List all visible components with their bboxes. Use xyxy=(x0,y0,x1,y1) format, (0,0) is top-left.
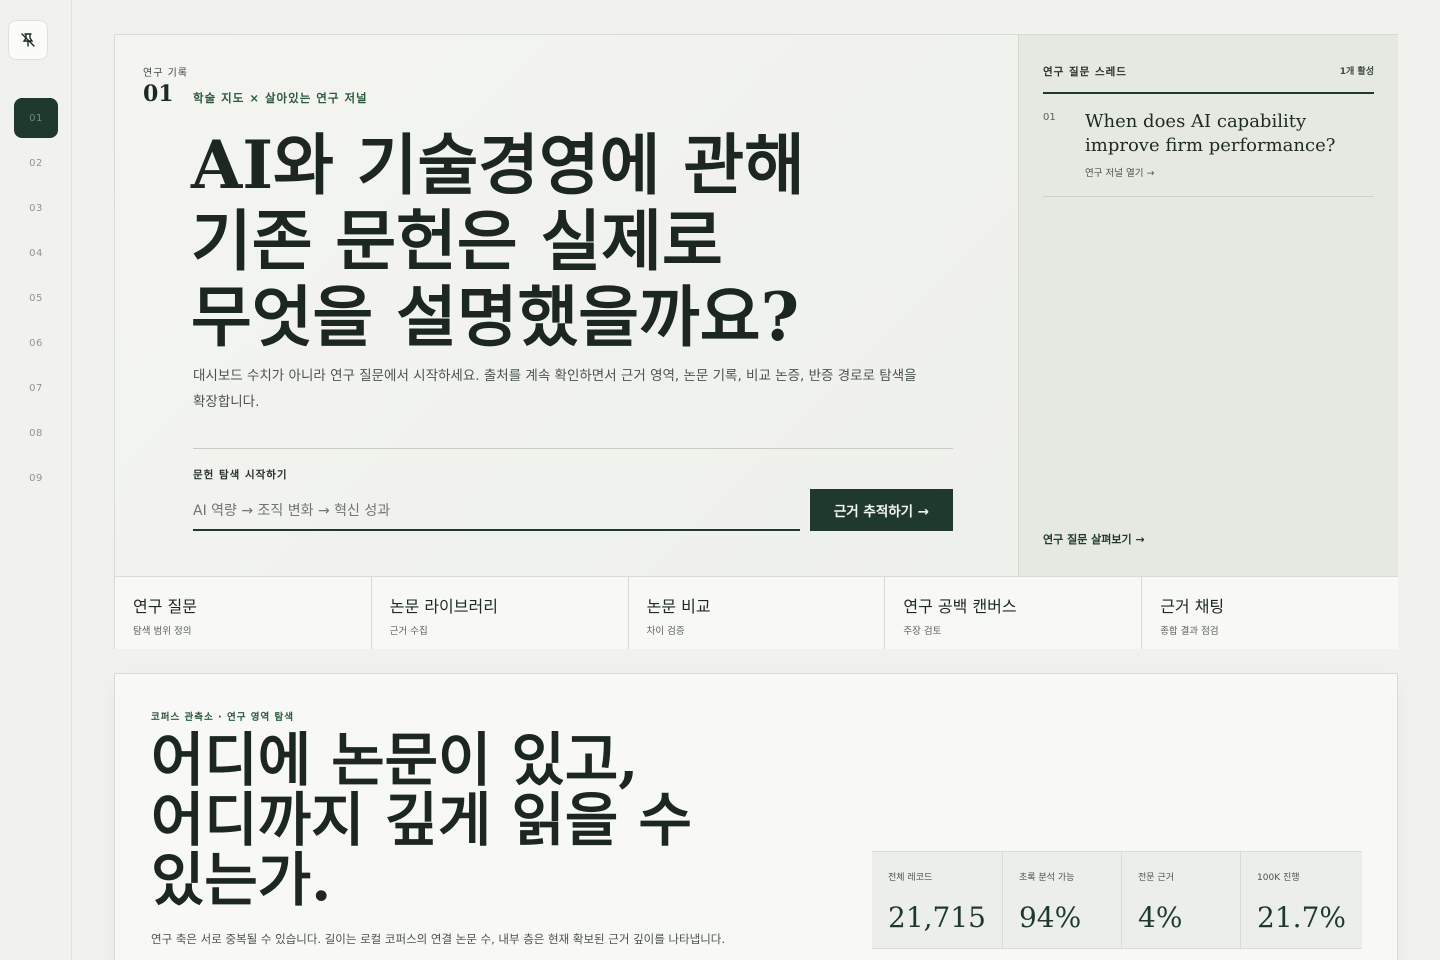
rail-item-06[interactable]: 06 xyxy=(14,323,58,363)
tab-subtitle: 차이 검증 xyxy=(646,626,685,637)
corpus-headline-line-1: 어디에 논문이 있고, xyxy=(151,726,639,794)
hero-number: 01 xyxy=(143,81,174,107)
corpus-eyebrow: 코퍼스 관측소 · 연구 영역 탐색 xyxy=(151,712,295,723)
tab-gap-canvas[interactable]: 연구 공백 캔버스 주장 검토 xyxy=(885,577,1143,649)
tab-subtitle: 주장 검토 xyxy=(903,626,942,637)
stat-value: 21,715 xyxy=(888,901,986,934)
corpus-headline: 어디에 논문이 있고, 어디까지 깊게 읽을 수 있는가. xyxy=(151,730,791,910)
tab-title: 논문 라이브러리 xyxy=(389,597,498,616)
thread-question-item[interactable]: 01 When does AI capability improve firm … xyxy=(1043,110,1374,197)
thread-title: 연구 질문 스레드 xyxy=(1043,66,1127,78)
tab-paper-library[interactable]: 논문 라이브러리 근거 수집 xyxy=(372,577,629,649)
tab-title: 연구 공백 캔버스 xyxy=(903,597,1017,616)
tab-evidence-chat[interactable]: 근거 채팅 종합 결과 점검 xyxy=(1142,577,1398,649)
stat-label: 전문 근거 xyxy=(1138,873,1174,883)
tab-subtitle: 종합 결과 점검 xyxy=(1160,626,1219,637)
trace-evidence-button[interactable]: 근거 추적하기 → xyxy=(810,489,953,531)
hero-panel: 연구 기록 01 학술 지도 × 살아있는 연구 저널 AI와 기술경영에 관해… xyxy=(114,34,1398,649)
question-thread-panel: 연구 질문 스레드 1개 활성 01 When does AI capabili… xyxy=(1018,35,1398,576)
tab-research-question[interactable]: 연구 질문 탐색 범위 정의 xyxy=(115,577,372,649)
tab-title: 근거 채팅 xyxy=(1160,597,1225,616)
open-journal-link[interactable]: 연구 저널 열기 → xyxy=(1085,165,1154,179)
rail-item-03[interactable]: 03 xyxy=(14,188,58,228)
rail-item-04[interactable]: 04 xyxy=(14,233,58,273)
stat-value: 21.7% xyxy=(1257,901,1346,934)
stat-total-records: 전체 레코드 21,715 xyxy=(872,852,1003,948)
search-input[interactable] xyxy=(193,493,800,531)
corpus-stats: 전체 레코드 21,715 초록 분석 가능 94% 전문 근거 4% 100K… xyxy=(872,851,1362,949)
thread-count-badge: 1개 활성 xyxy=(1339,67,1374,77)
hero-headline: AI와 기술경영에 관해 기존 문헌은 실제로 무엇을 설명했을까요? xyxy=(191,127,1011,355)
left-rail: 01 02 03 04 05 06 07 08 09 xyxy=(0,0,72,960)
hero-subtitle: 학술 지도 × 살아있는 연구 저널 xyxy=(193,91,368,105)
corpus-panel: 코퍼스 관측소 · 연구 영역 탐색 어디에 논문이 있고, 어디까지 깊게 읽… xyxy=(114,673,1398,960)
search-label: 문헌 탐색 시작하기 xyxy=(193,469,288,481)
hero-eyebrow: 연구 기록 xyxy=(143,68,188,79)
question-number: 01 xyxy=(1043,112,1056,123)
corpus-headline-line-2: 어디까지 깊게 읽을 수 xyxy=(151,786,692,854)
stat-value: 4% xyxy=(1138,901,1183,934)
corpus-headline-line-3: 있는가. xyxy=(151,846,332,914)
thread-header: 연구 질문 스레드 1개 활성 xyxy=(1043,63,1374,94)
question-text: When does AI capability improve firm per… xyxy=(1085,111,1336,156)
stat-100k-progress: 100K 진행 21.7% xyxy=(1241,852,1362,948)
stat-fulltext: 전문 근거 4% xyxy=(1122,852,1242,948)
pin-off-icon[interactable] xyxy=(8,20,48,60)
rail-item-09[interactable]: 09 xyxy=(14,458,58,498)
rail-item-05[interactable]: 05 xyxy=(14,278,58,318)
hero-main: 연구 기록 01 학술 지도 × 살아있는 연구 저널 AI와 기술경영에 관해… xyxy=(115,35,1018,576)
hero-headline-line-2: 기존 문헌은 실제로 xyxy=(191,202,723,280)
rail-item-07[interactable]: 07 xyxy=(14,368,58,408)
hero-divider xyxy=(193,448,953,449)
browse-questions-link[interactable]: 연구 질문 살펴보기 → xyxy=(1043,531,1145,547)
stat-value: 94% xyxy=(1018,901,1082,934)
tab-title: 연구 질문 xyxy=(133,597,197,616)
rail-item-08[interactable]: 08 xyxy=(14,413,58,453)
section-tabs: 연구 질문 탐색 범위 정의 논문 라이브러리 근거 수집 논문 비교 차이 검… xyxy=(115,576,1398,649)
hero-lead: 대시보드 수치가 아니라 연구 질문에서 시작하세요. 출처를 계속 확인하면서… xyxy=(193,368,917,410)
tab-subtitle: 탐색 범위 정의 xyxy=(133,626,192,637)
tab-paper-compare[interactable]: 논문 비교 차이 검증 xyxy=(629,577,886,649)
corpus-note: 연구 축은 서로 중복될 수 있습니다. 길이는 로컬 코퍼스의 연결 논문 수… xyxy=(151,932,726,946)
tab-title: 논문 비교 xyxy=(646,597,711,616)
stat-label: 100K 진행 xyxy=(1257,873,1300,883)
rail-item-01[interactable]: 01 xyxy=(14,98,58,138)
stat-abstract-ready: 초록 분석 가능 94% xyxy=(1002,852,1123,948)
stat-label: 초록 분석 가능 xyxy=(1018,873,1075,883)
hero-headline-line-3: 무엇을 설명했을까요? xyxy=(191,278,800,356)
hero-headline-line-1: AI와 기술경영에 관해 xyxy=(191,126,805,204)
tab-subtitle: 근거 수집 xyxy=(389,626,428,637)
stat-label: 전체 레코드 xyxy=(888,873,933,883)
rail-item-02[interactable]: 02 xyxy=(14,143,58,183)
